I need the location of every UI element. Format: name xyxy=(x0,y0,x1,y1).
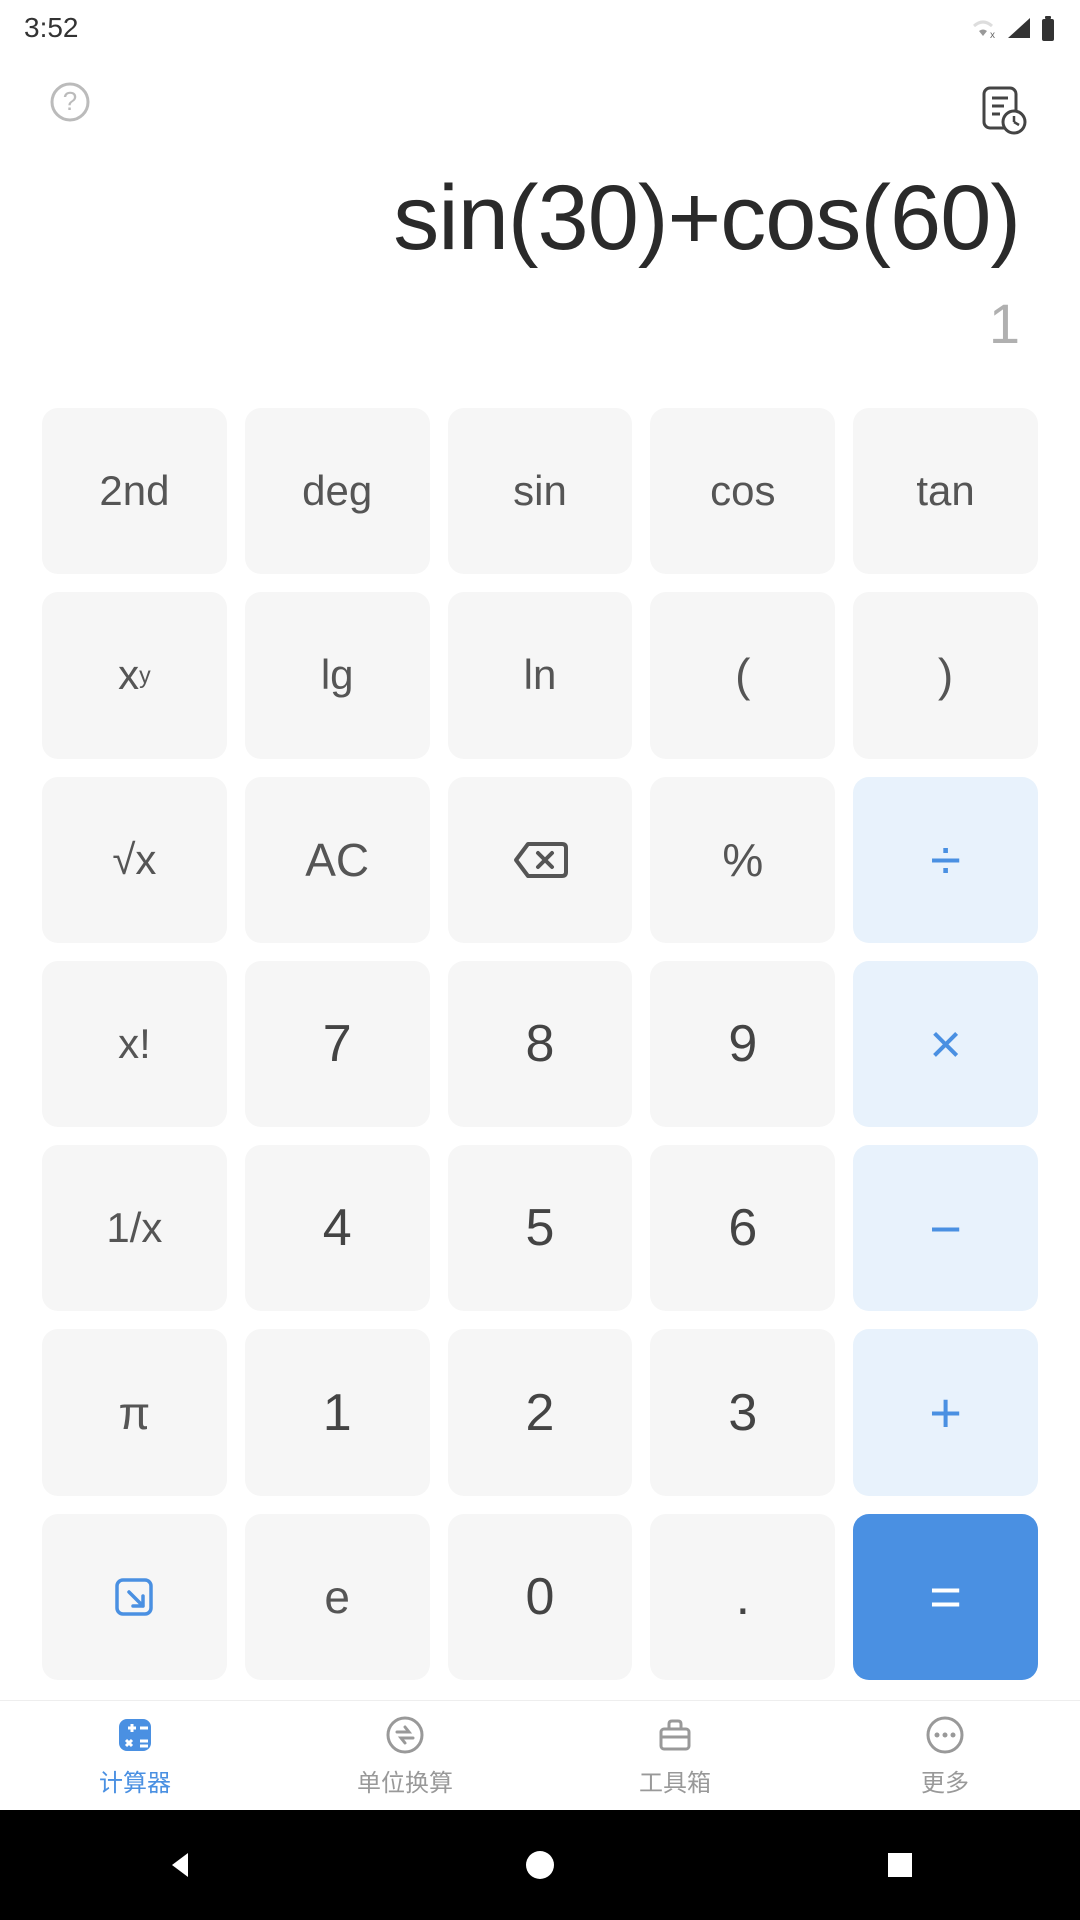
key-divide[interactable]: ÷ xyxy=(853,777,1038,943)
keypad: 2nd deg sin cos tan xy lg ln ( ) √x AC %… xyxy=(0,396,1080,1700)
key-cos[interactable]: cos xyxy=(650,408,835,574)
triangle-back-icon xyxy=(162,1847,198,1883)
status-time: 3:52 xyxy=(24,12,79,44)
sys-recent-button[interactable] xyxy=(878,1843,922,1887)
status-bar: 3:52 x xyxy=(0,0,1080,56)
history-icon xyxy=(974,80,1032,138)
key-deg[interactable]: deg xyxy=(245,408,430,574)
key-pi[interactable]: π xyxy=(42,1329,227,1495)
square-recent-icon xyxy=(885,1850,915,1880)
key-backspace[interactable] xyxy=(448,777,633,943)
wifi-off-icon: x xyxy=(968,16,998,40)
key-2[interactable]: 2 xyxy=(448,1329,633,1495)
key-6[interactable]: 6 xyxy=(650,1145,835,1311)
key-5[interactable]: 5 xyxy=(448,1145,633,1311)
key-0[interactable]: 0 xyxy=(448,1514,633,1680)
key-7[interactable]: 7 xyxy=(245,961,430,1127)
key-equals[interactable]: = xyxy=(853,1514,1038,1680)
system-nav xyxy=(0,1810,1080,1920)
display-area: sin(30)+cos(60) 1 xyxy=(0,166,1080,396)
status-icons: x xyxy=(968,15,1056,41)
key-2nd[interactable]: 2nd xyxy=(42,408,227,574)
calculator-icon xyxy=(113,1713,157,1757)
nav-toolbox-label: 工具箱 xyxy=(639,1763,711,1798)
key-collapse[interactable] xyxy=(42,1514,227,1680)
signal-icon xyxy=(1006,16,1032,40)
key-rparen[interactable]: ) xyxy=(853,592,1038,758)
key-e[interactable]: e xyxy=(245,1514,430,1680)
key-lparen[interactable]: ( xyxy=(650,592,835,758)
nav-unit-convert-label: 单位换算 xyxy=(357,1763,453,1798)
nav-calculator[interactable]: 计算器 xyxy=(0,1713,270,1798)
key-lg[interactable]: lg xyxy=(245,592,430,758)
backspace-icon xyxy=(512,840,568,880)
key-9[interactable]: 9 xyxy=(650,961,835,1127)
convert-icon xyxy=(383,1713,427,1757)
key-tan[interactable]: tan xyxy=(853,408,1038,574)
key-sqrt[interactable]: √x xyxy=(42,777,227,943)
top-bar: ? xyxy=(0,56,1080,166)
key-3[interactable]: 3 xyxy=(650,1329,835,1495)
key-minus[interactable]: − xyxy=(853,1145,1038,1311)
key-percent[interactable]: % xyxy=(650,777,835,943)
collapse-icon xyxy=(111,1574,157,1620)
sys-home-button[interactable] xyxy=(518,1843,562,1887)
circle-home-icon xyxy=(523,1848,557,1882)
help-icon: ? xyxy=(48,80,92,124)
key-plus[interactable]: + xyxy=(853,1329,1038,1495)
key-multiply[interactable]: × xyxy=(853,961,1038,1127)
expression-display: sin(30)+cos(60) xyxy=(60,166,1020,271)
key-ac[interactable]: AC xyxy=(245,777,430,943)
key-1[interactable]: 1 xyxy=(245,1329,430,1495)
svg-text:x: x xyxy=(990,30,995,40)
help-button[interactable]: ? xyxy=(48,80,92,129)
result-display: 1 xyxy=(60,291,1020,356)
key-8[interactable]: 8 xyxy=(448,961,633,1127)
nav-calculator-label: 计算器 xyxy=(99,1763,171,1798)
sys-back-button[interactable] xyxy=(158,1843,202,1887)
battery-icon xyxy=(1040,15,1056,41)
nav-more[interactable]: 更多 xyxy=(810,1713,1080,1798)
more-icon xyxy=(923,1713,967,1757)
key-sin[interactable]: sin xyxy=(448,408,633,574)
toolbox-icon xyxy=(653,1713,697,1757)
key-power[interactable]: xy xyxy=(42,592,227,758)
key-4[interactable]: 4 xyxy=(245,1145,430,1311)
nav-more-label: 更多 xyxy=(921,1763,969,1798)
history-button[interactable] xyxy=(974,80,1032,143)
bottom-nav: 计算器 单位换算 工具箱 更多 xyxy=(0,1700,1080,1810)
svg-text:?: ? xyxy=(63,86,77,116)
key-factorial[interactable]: x! xyxy=(42,961,227,1127)
key-ln[interactable]: ln xyxy=(448,592,633,758)
nav-toolbox[interactable]: 工具箱 xyxy=(540,1713,810,1798)
nav-unit-convert[interactable]: 单位换算 xyxy=(270,1713,540,1798)
key-dot[interactable]: . xyxy=(650,1514,835,1680)
key-reciprocal[interactable]: 1/x xyxy=(42,1145,227,1311)
